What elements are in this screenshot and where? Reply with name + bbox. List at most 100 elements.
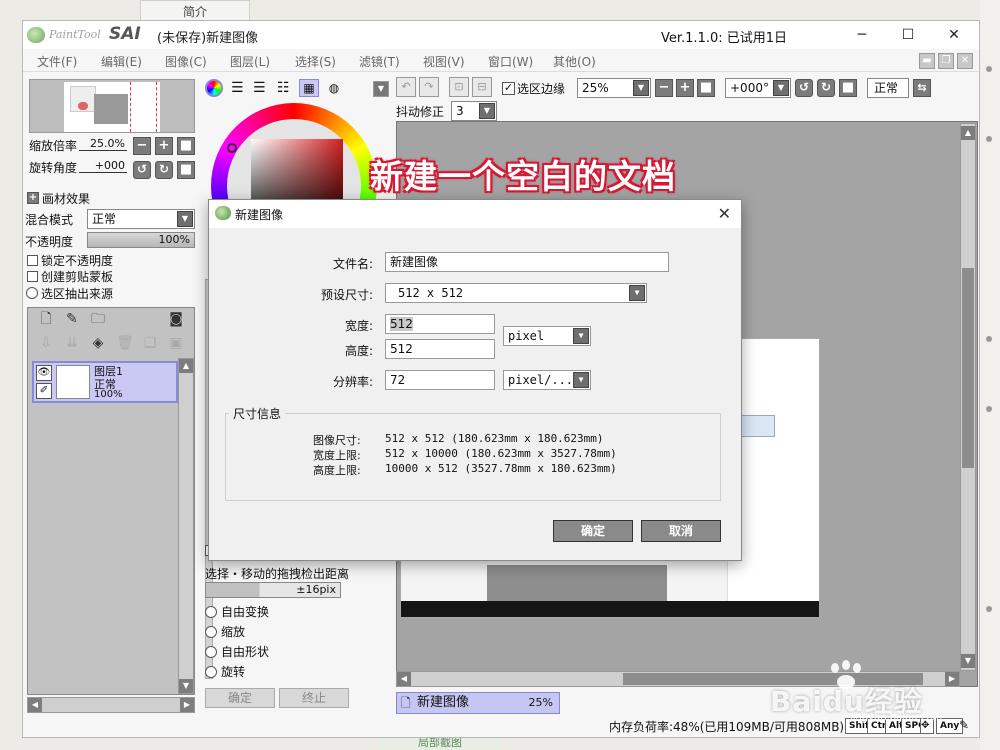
color-wheel-tab-icon[interactable] xyxy=(205,79,223,97)
duplicate-layer-icon[interactable]: ❏ xyxy=(142,334,158,352)
transfer-down-icon[interactable]: ⇩ xyxy=(38,334,54,352)
zoom-in-button[interactable]: + xyxy=(155,137,173,155)
undo-icon[interactable]: ↶ xyxy=(396,77,416,97)
stabilizer-select[interactable]: 3 ▼ xyxy=(451,101,497,121)
menu-other[interactable]: 其他(O) xyxy=(553,53,596,70)
expand-icon[interactable]: + xyxy=(27,192,39,204)
dialog-ok-button[interactable]: 确定 xyxy=(553,520,633,542)
mask-icon[interactable]: ◙ xyxy=(168,310,184,328)
merge-layer-icon[interactable]: ▣ xyxy=(168,334,184,352)
transform-stop-button[interactable]: 终止 xyxy=(279,688,349,708)
eye-icon[interactable]: 👁 xyxy=(36,365,52,381)
mix-tab-icon[interactable]: ☷ xyxy=(277,79,293,97)
drag-distance-slider[interactable]: ±16pix xyxy=(205,582,341,598)
free-shape-radio[interactable] xyxy=(205,646,217,658)
scroll-up-icon[interactable]: ▲ xyxy=(179,359,193,373)
canvas-zoom-select[interactable]: 25% ▼ xyxy=(577,78,651,98)
clipping-mask-checkbox[interactable] xyxy=(27,271,38,282)
menu-file[interactable]: 文件(F) xyxy=(37,53,77,70)
rgb-slider-tab-icon[interactable]: ☰ xyxy=(231,79,247,97)
clear-layer-icon[interactable]: ◈ xyxy=(90,334,106,352)
resolution-input[interactable]: 72 xyxy=(385,370,495,390)
size-unit-select[interactable]: pixel ▼ xyxy=(503,326,591,346)
canvas-rotate-left-button[interactable]: ↺ xyxy=(795,79,813,97)
filename-input[interactable]: 新建图像 xyxy=(385,252,669,272)
opacity-slider[interactable]: 100% xyxy=(87,232,195,248)
canvas-zoom-in-button[interactable]: + xyxy=(676,79,694,97)
rotate-radio[interactable] xyxy=(205,666,217,678)
toolbar-menu-icon[interactable]: ▼ xyxy=(373,81,389,97)
chevron-down-icon: ▼ xyxy=(177,211,193,227)
canvas-rotate-right-button[interactable]: ↻ xyxy=(817,79,835,97)
canvas-angle-select[interactable]: +000° ▼ xyxy=(725,78,791,98)
free-transform-radio[interactable] xyxy=(205,606,217,618)
menu-layer[interactable]: 图层(L) xyxy=(230,53,270,70)
merge-down-icon[interactable]: ⇊ xyxy=(64,334,80,352)
redo-icon[interactable]: ↷ xyxy=(419,77,439,97)
left-hscrollbar[interactable]: ◀ ▶ xyxy=(27,697,195,713)
menu-select[interactable]: 选择(S) xyxy=(295,53,336,70)
scroll-right-icon[interactable]: ▶ xyxy=(180,698,194,712)
minimize-button[interactable]: ─ xyxy=(839,21,885,49)
preset-size-label: 预设尺寸: xyxy=(320,288,373,302)
preset-size-select[interactable]: 512 x 512 ▼ xyxy=(385,283,647,303)
delete-layer-icon[interactable]: 🗑 xyxy=(116,334,134,352)
maximize-button[interactable]: ☐ xyxy=(885,21,931,49)
menu-filter[interactable]: 滤镜(T) xyxy=(359,53,400,70)
scroll-down-icon[interactable]: ▼ xyxy=(961,654,975,668)
height-input[interactable]: 512 xyxy=(385,339,495,359)
dialog-cancel-button[interactable]: 取消 xyxy=(641,520,721,542)
new-folder-icon[interactable]: 🗀 xyxy=(90,310,106,328)
canvas-rotate-reset-button[interactable]: ■ xyxy=(839,79,857,97)
chevron-down-icon: ▼ xyxy=(773,80,789,96)
layer-scrollbar[interactable]: ▲ ▼ xyxy=(178,358,194,694)
menu-image[interactable]: 图像(C) xyxy=(165,53,207,70)
canvas-zoom-reset-button[interactable]: ■ xyxy=(697,79,715,97)
scroll-up-icon[interactable]: ▲ xyxy=(961,126,975,140)
document-tab-name: 新建图像 xyxy=(417,695,470,710)
rotate-right-button[interactable]: ↻ xyxy=(155,161,173,179)
navigator-thumbnail[interactable] xyxy=(29,79,195,133)
menu-view[interactable]: 视图(V) xyxy=(423,53,465,70)
selection-edge-checkbox[interactable]: ✓ xyxy=(502,82,515,95)
close-button[interactable]: ✕ xyxy=(931,21,977,49)
new-vector-layer-icon[interactable]: ✎ xyxy=(64,310,80,328)
scroll-thumb[interactable] xyxy=(962,268,974,468)
layer-item[interactable]: 👁 ✐ 图层1 正常 100% xyxy=(32,361,178,403)
scale-radio[interactable] xyxy=(205,626,217,638)
document-tab[interactable]: 🗋 新建图像 25% xyxy=(396,692,560,714)
doc-minimize-icon[interactable]: ▬ xyxy=(919,53,935,69)
transform-ok-button[interactable]: 确定 xyxy=(205,688,275,708)
swatch-tab-icon[interactable]: ▦ xyxy=(299,79,319,97)
dialog-close-icon[interactable]: ✕ xyxy=(718,204,731,223)
selection-source-radio[interactable] xyxy=(26,287,38,299)
zoom-reset-button[interactable]: ■ xyxy=(177,137,195,155)
view-mode-button[interactable]: 正常 xyxy=(867,78,909,98)
menu-window[interactable]: 窗口(W) xyxy=(488,53,533,70)
canvas-zoom-out-button[interactable]: − xyxy=(655,79,673,97)
invert-selection-icon[interactable]: ⊟ xyxy=(472,77,492,97)
rotate-left-button[interactable]: ↺ xyxy=(133,161,151,179)
resolution-unit-value: pixel/... xyxy=(508,373,574,387)
deselect-icon[interactable]: ⊡ xyxy=(449,77,469,97)
zoom-out-button[interactable]: − xyxy=(133,137,151,155)
zoom-value[interactable]: 25.0% xyxy=(79,137,127,151)
lock-opacity-checkbox[interactable] xyxy=(27,255,38,266)
flip-view-icon[interactable]: ⇆ xyxy=(913,79,931,97)
doc-close-icon[interactable]: ✕ xyxy=(957,53,973,69)
brush-icon[interactable]: ✐ xyxy=(36,383,52,399)
rotate-value[interactable]: +000 xyxy=(79,159,127,173)
scroll-left-icon[interactable]: ◀ xyxy=(397,672,411,686)
scroll-left-icon[interactable]: ◀ xyxy=(28,698,42,712)
blend-mode-select[interactable]: 正常 ▼ xyxy=(87,209,195,229)
canvas-vscrollbar[interactable]: ▲ ▼ xyxy=(960,123,976,671)
scratchpad-tab-icon[interactable]: ◍ xyxy=(325,79,343,97)
doc-restore-icon[interactable]: ❐ xyxy=(938,53,954,69)
resolution-unit-select[interactable]: pixel/... ▼ xyxy=(503,370,591,390)
new-layer-icon[interactable]: 🗋 xyxy=(38,310,54,328)
width-input[interactable]: 512 xyxy=(385,314,495,334)
rotate-reset-button[interactable]: ■ xyxy=(177,161,195,179)
scroll-down-icon[interactable]: ▼ xyxy=(179,679,193,693)
menu-edit[interactable]: 编辑(E) xyxy=(101,53,142,70)
hsv-slider-tab-icon[interactable]: ☰ xyxy=(253,79,269,97)
